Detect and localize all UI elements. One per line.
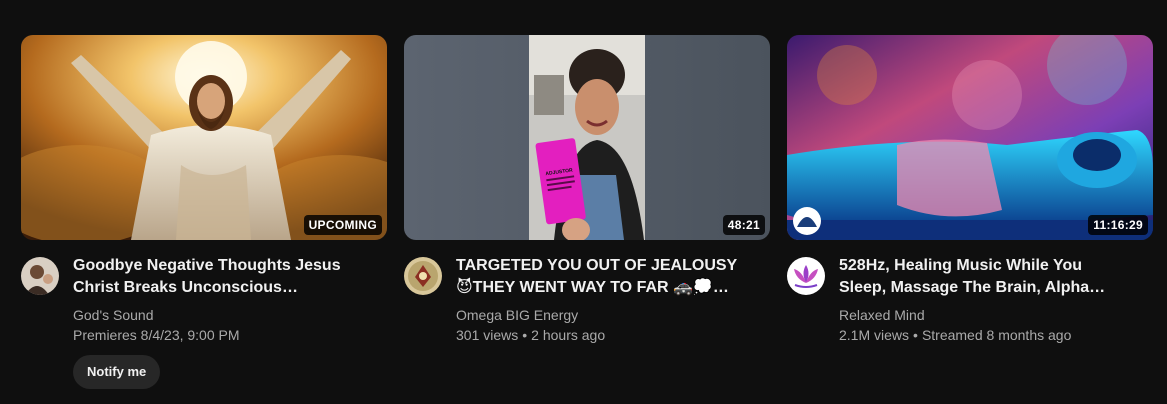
video-card[interactable]: UPCOMING Goodbye Negative Thoughts Jesus…: [21, 35, 387, 389]
video-stats: Premieres 8/4/23, 9:00 PM: [73, 325, 363, 345]
upload-time: 2 hours ago: [531, 327, 606, 343]
channel-name[interactable]: Omega BIG Energy: [456, 305, 746, 325]
video-card[interactable]: 11:16:29 528Hz, Healing Music While You …: [787, 35, 1153, 389]
video-meta: 528Hz, Healing Music While You Sleep, Ma…: [787, 255, 1153, 345]
view-count: 301 views: [456, 327, 519, 343]
video-thumbnail[interactable]: 11:16:29: [787, 35, 1153, 240]
channel-name[interactable]: God's Sound: [73, 305, 363, 325]
video-text: Goodbye Negative Thoughts Jesus Christ B…: [73, 255, 363, 389]
duration-badge: 11:16:29: [1088, 215, 1148, 235]
video-thumbnail[interactable]: UPCOMING: [21, 35, 387, 240]
video-thumbnail[interactable]: ADJUSTOR 48:21: [404, 35, 770, 240]
video-meta: TARGETED YOU OUT OF JEALOUSY 😈THEY WENT …: [404, 255, 770, 345]
duration-badge: 48:21: [722, 215, 765, 235]
video-title[interactable]: TARGETED YOU OUT OF JEALOUSY 😈THEY WENT …: [456, 255, 746, 299]
notify-me-button[interactable]: Notify me: [73, 355, 161, 389]
video-card[interactable]: ADJUSTOR 48:21 TARGETED YOU OUT OF JEALO…: [404, 35, 770, 389]
premiere-date: Premieres 8/4/23, 9:00 PM: [73, 327, 240, 343]
video-text: 528Hz, Healing Music While You Sleep, Ma…: [839, 255, 1129, 345]
video-title[interactable]: Goodbye Negative Thoughts Jesus Christ B…: [73, 255, 363, 299]
video-stats: 2.1M views • Streamed 8 months ago: [839, 325, 1129, 345]
avatar-image: [404, 257, 442, 295]
upload-time: Streamed 8 months ago: [921, 327, 1072, 343]
thumbnail-image: [21, 35, 387, 240]
channel-avatar[interactable]: [404, 257, 442, 295]
video-text: TARGETED YOU OUT OF JEALOUSY 😈THEY WENT …: [456, 255, 746, 345]
thumbnail-image: [787, 35, 1153, 240]
video-meta: Goodbye Negative Thoughts Jesus Christ B…: [21, 255, 387, 389]
channel-avatar[interactable]: [21, 257, 59, 295]
separator-dot: •: [522, 327, 528, 343]
view-count: 2.1M views: [839, 327, 910, 343]
separator-dot: •: [913, 327, 918, 343]
channel-avatar[interactable]: [787, 257, 825, 295]
lotus-icon: [787, 257, 825, 295]
video-title[interactable]: 528Hz, Healing Music While You Sleep, Ma…: [839, 255, 1129, 299]
thumbnail-image: ADJUSTOR: [404, 35, 770, 240]
avatar-image: [21, 257, 59, 295]
video-stats: 301 views • 2 hours ago: [456, 325, 746, 345]
video-grid: UPCOMING Goodbye Negative Thoughts Jesus…: [21, 35, 1153, 389]
upcoming-badge: UPCOMING: [303, 215, 382, 235]
channel-name[interactable]: Relaxed Mind: [839, 305, 1129, 325]
